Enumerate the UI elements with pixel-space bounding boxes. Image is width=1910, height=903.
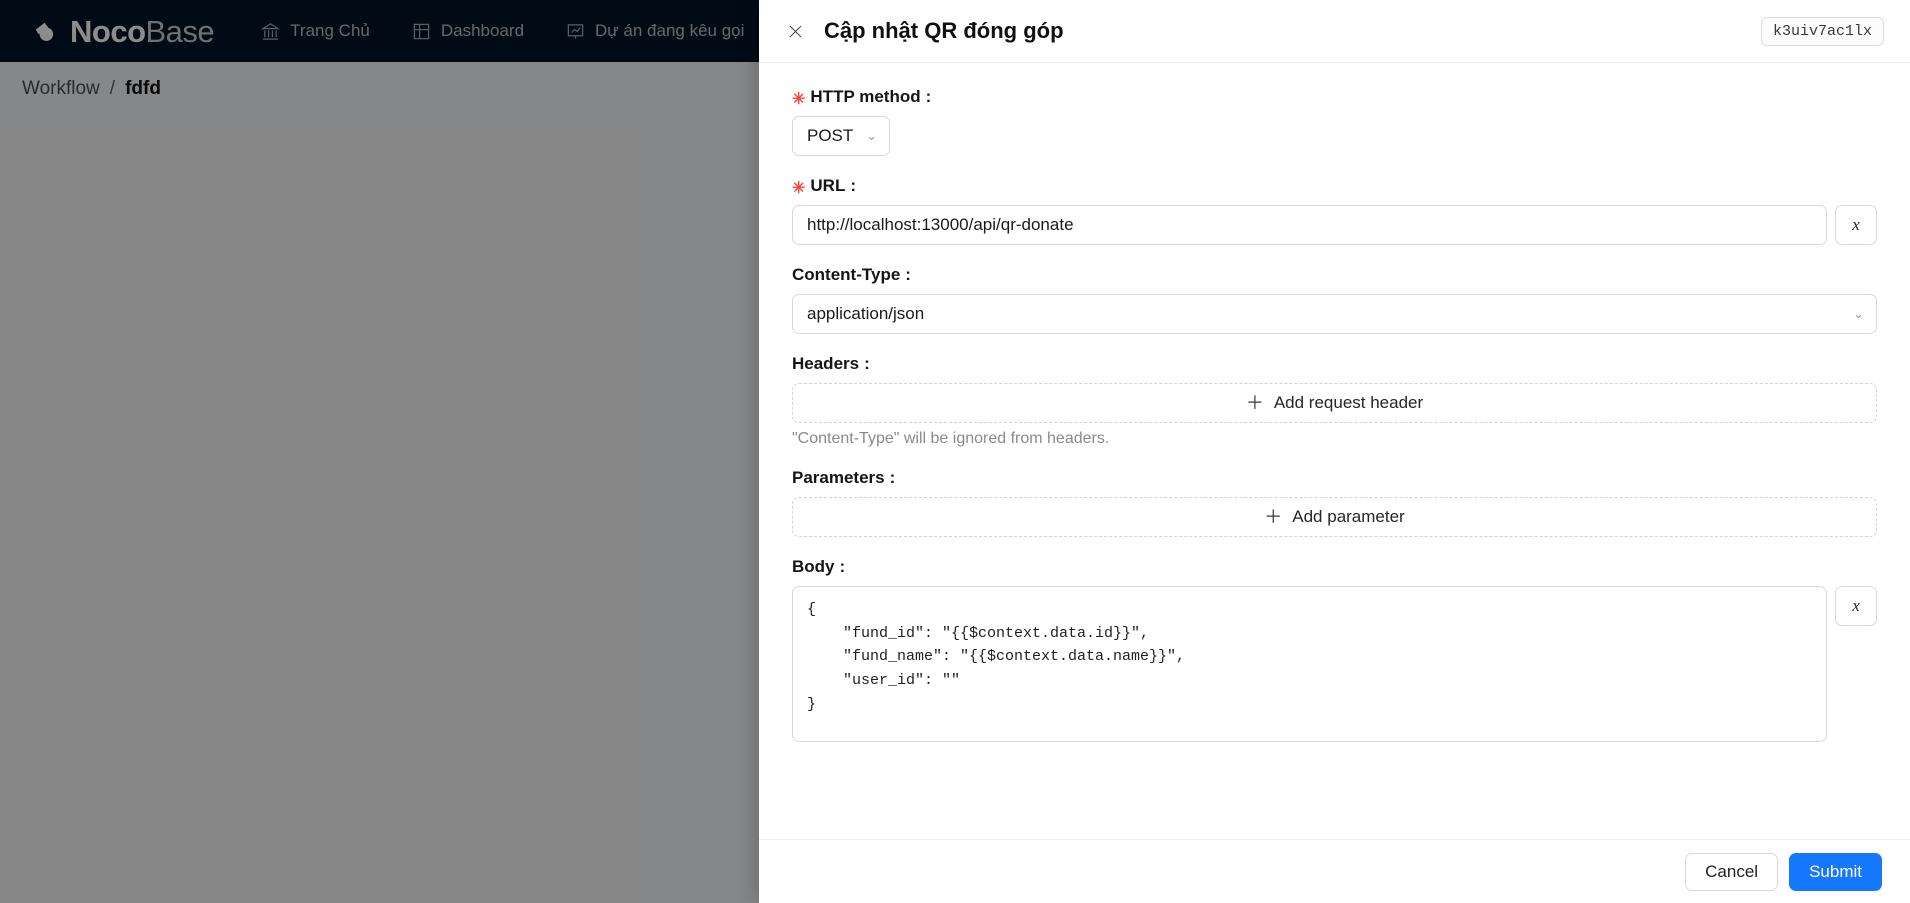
required-asterisk-icon: ✳ [792,180,806,197]
field-headers: Headers: ＋ Add request header "Content-T… [792,354,1877,448]
label-colon: : [889,468,896,487]
field-body: Body: { "fund_id": "{{$context.data.id}}… [792,557,1877,742]
url-input[interactable]: http://localhost:13000/api/qr-donate [792,205,1827,245]
field-label-http-method: ✳ HTTP method: [792,87,1877,108]
field-http-method: ✳ HTTP method: POST ⌄ [792,87,1877,156]
http-method-value: POST [807,126,854,145]
close-x-icon [789,25,801,37]
add-request-header-label: Add request header [1273,393,1424,412]
submit-button[interactable]: Submit [1789,852,1882,891]
drawer-title: Cập nhật QR đóng góp [824,18,1064,43]
label-text: URL [810,176,846,195]
url-input-row: http://localhost:13000/api/qr-donate x [792,205,1877,245]
add-parameter-button[interactable]: ＋ Add parameter [792,497,1877,537]
chevron-down-icon: ⌄ [866,128,877,143]
close-icon[interactable] [780,16,810,46]
label-colon: : [864,354,870,373]
field-content-type: Content-Type: application/json ⌄ [792,265,1877,334]
url-variable-button[interactable]: x [1835,205,1877,245]
drawer-header: Cập nhật QR đóng góp k3uiv7ac1lx [759,0,1910,63]
label-text: Headers [792,354,860,373]
field-label-content-type: Content-Type: [792,265,1877,285]
label-colon: : [925,87,932,106]
body-code-editor[interactable]: { "fund_id": "{{$context.data.id}}", "fu… [792,586,1827,742]
label-colon: : [839,557,846,576]
label-text: HTTP method [810,87,921,106]
chevron-down-icon: ⌄ [1853,306,1864,321]
headers-hint: "Content-Type" will be ignored from head… [792,430,1110,447]
label-colon: : [850,176,857,195]
label-text: Content-Type [792,265,901,284]
field-label-body: Body: [792,557,1877,577]
label-text: Body [792,557,835,576]
label-colon: : [905,265,911,284]
plus-icon: ＋ [1264,507,1283,527]
field-parameters: Parameters: ＋ Add parameter [792,468,1877,537]
drawer-footer: Cancel Submit [759,839,1910,903]
field-label-url: ✳ URL: [792,176,1877,197]
node-key-badge: k3uiv7ac1lx [1760,16,1884,46]
add-parameter-label: Add parameter [1292,507,1405,526]
body-variable-button[interactable]: x [1835,586,1877,626]
field-label-parameters: Parameters: [792,468,1877,488]
field-url: ✳ URL: http://localhost:13000/api/qr-don… [792,176,1877,245]
label-text: Parameters [792,468,885,487]
required-asterisk-icon: ✳ [792,91,806,108]
add-request-header-button[interactable]: ＋ Add request header [792,383,1877,423]
cancel-button[interactable]: Cancel [1685,852,1779,891]
content-type-value: application/json [807,304,925,323]
node-config-drawer: Cập nhật QR đóng góp k3uiv7ac1lx ✳ HTTP … [759,0,1910,903]
body-input-row: { "fund_id": "{{$context.data.id}}", "fu… [792,586,1877,742]
drawer-body: ✳ HTTP method: POST ⌄ ✳ URL: http://loca… [759,63,1910,839]
http-method-select[interactable]: POST ⌄ [792,116,890,156]
content-type-select[interactable]: application/json ⌄ [792,294,1877,334]
plus-icon: ＋ [1245,393,1264,413]
field-label-headers: Headers: [792,354,1877,374]
